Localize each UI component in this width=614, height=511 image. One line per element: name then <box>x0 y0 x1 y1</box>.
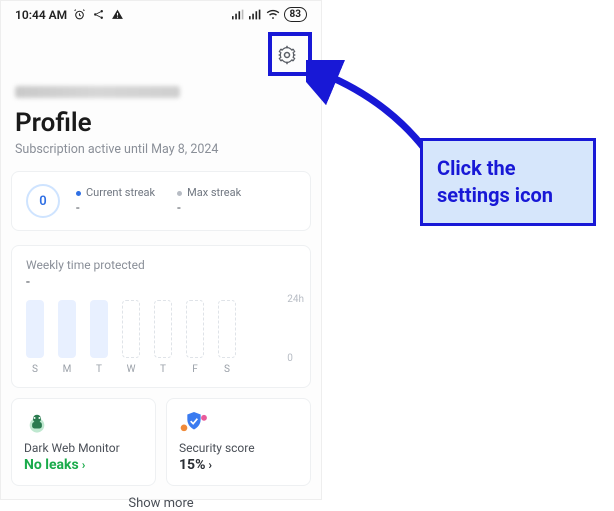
share-icon <box>92 8 105 21</box>
annotation-arrow <box>306 60 436 170</box>
status-time: 10:44 AM <box>15 8 67 22</box>
settings-button[interactable] <box>269 37 305 73</box>
bar-wed <box>122 300 140 358</box>
account-email-blurred <box>15 86 180 98</box>
warning-icon <box>111 8 124 21</box>
score-value: 15% <box>179 457 205 473</box>
weekly-title: Weekly time protected <box>26 258 296 272</box>
gear-icon <box>277 45 297 65</box>
day-s2: S <box>218 364 236 375</box>
alarm-icon <box>73 8 86 21</box>
current-streak-value: - <box>76 201 155 216</box>
day-t: T <box>90 364 108 375</box>
day-m: M <box>58 364 76 375</box>
day-f: F <box>186 364 204 375</box>
security-score-icon <box>179 409 298 435</box>
streak-counter: 0 <box>26 184 60 218</box>
max-streak-label: Max streak <box>177 186 241 199</box>
dark-web-monitor-card[interactable]: Dark Web Monitor No leaks › <box>11 398 156 486</box>
weekly-value: - <box>26 274 296 290</box>
dwm-value: No leaks <box>24 457 79 473</box>
annotation-callout: Click the settings icon <box>420 138 596 226</box>
streak-card: 0 Current streak - Max streak - <box>11 171 311 231</box>
chevron-right-icon: › <box>82 458 86 472</box>
feature-cards-row: Dark Web Monitor No leaks › Security sco… <box>11 398 311 486</box>
current-streak-label: Current streak <box>76 186 155 199</box>
day-t2: T <box>154 364 172 375</box>
score-label: Security score <box>179 441 298 455</box>
y-bottom: 0 <box>287 353 304 364</box>
bar-fri <box>186 300 204 358</box>
chevron-right-icon: › <box>208 458 212 472</box>
signal2-icon <box>249 9 262 20</box>
weekly-card: Weekly time protected - 24h 0 S M T W T … <box>11 245 311 388</box>
day-s: S <box>26 364 44 375</box>
bar-sat <box>218 300 236 358</box>
dwm-label: Dark Web Monitor <box>24 441 143 455</box>
bar-mon <box>58 300 76 358</box>
page-title: Profile <box>15 108 321 138</box>
battery-indicator: 83 <box>284 7 307 22</box>
max-streak-value: - <box>177 201 241 216</box>
signal-icon <box>232 9 245 20</box>
bar-tue <box>90 300 108 358</box>
phone-screen: 10:44 AM 83 <box>0 0 322 500</box>
wifi-icon <box>266 9 280 20</box>
day-labels: S M T W T F S <box>26 364 296 375</box>
bar-sun <box>26 300 44 358</box>
y-top: 24h <box>287 294 304 305</box>
weekly-bars: 24h 0 <box>26 300 296 358</box>
status-bar: 10:44 AM 83 <box>1 1 321 24</box>
show-more-link[interactable]: Show more <box>1 496 321 511</box>
dark-web-icon <box>24 409 143 435</box>
bar-thu <box>154 300 172 358</box>
day-w: W <box>122 364 140 375</box>
security-score-card[interactable]: Security score 15% › <box>166 398 311 486</box>
subscription-status: Subscription active until May 8, 2024 <box>15 142 321 157</box>
